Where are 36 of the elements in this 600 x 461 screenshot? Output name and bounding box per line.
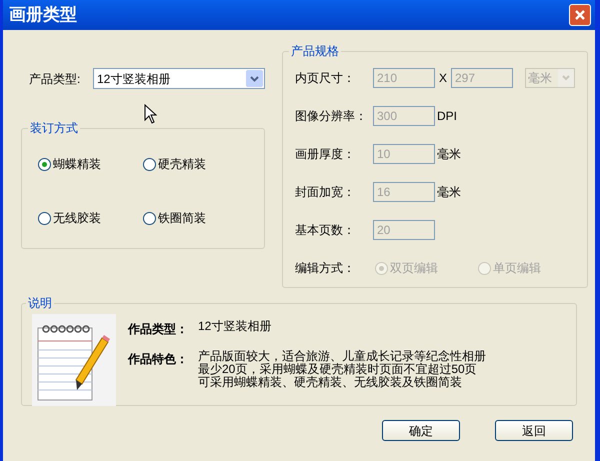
group-title: 说明: [27, 295, 53, 312]
description-text: 产品版面较大，适合旅游、儿童成长记录等纪念性相册: [198, 350, 486, 363]
radio-button[interactable]: 铁圈简装: [143, 209, 248, 227]
close-button[interactable]: [569, 4, 591, 26]
window-title: 画册类型: [8, 4, 77, 26]
field-label: 内页尺寸：: [295, 70, 356, 87]
unit-label: 毫米: [437, 146, 461, 163]
radio-indicator[interactable]: [143, 212, 156, 224]
notepad-pencil-icon: [32, 314, 116, 406]
radio-indicator[interactable]: [38, 212, 51, 224]
radio-button[interactable]: 无线胶装: [38, 209, 143, 227]
description-text: 12寸竖装相册: [198, 320, 272, 333]
pointer-icon: [144, 104, 157, 124]
field-label: 基本页数：: [295, 222, 356, 239]
description-text: 最少20页，采用蝴蝶及硬壳精装时页面不宜超过50页: [198, 363, 478, 376]
unit-label: 毫米: [437, 184, 461, 201]
radio-indicator[interactable]: [38, 158, 51, 170]
dialog-button[interactable]: 返回: [495, 420, 573, 441]
radio-button[interactable]: 硬壳精装: [143, 155, 248, 173]
field-label: 封面加宽：: [295, 184, 356, 201]
field-label: 编辑方式：: [295, 260, 356, 277]
group-title: 产品规格: [290, 43, 340, 60]
separator-label: X: [438, 70, 448, 87]
field-label: 作品类型：: [128, 321, 189, 338]
field-label: 图像分辨率：: [295, 108, 368, 125]
field-label: 产品类型:: [29, 70, 82, 88]
group-title: 装订方式: [29, 120, 79, 137]
field-label: 作品特色：: [128, 351, 189, 368]
dialog-button[interactable]: 确定: [382, 420, 460, 441]
field-label: 画册厚度：: [295, 146, 356, 163]
radio-button[interactable]: 蝴蝶精装: [38, 155, 143, 173]
unit-label: DPI: [437, 108, 458, 125]
close-icon: [574, 9, 586, 21]
radio-indicator[interactable]: [143, 158, 156, 170]
product-type-dropdown[interactable]: 12寸竖装相册: [93, 68, 265, 89]
description-text: 可采用蝴蝶精装、硬壳精装、无线胶装及铁圈简装: [198, 376, 463, 389]
